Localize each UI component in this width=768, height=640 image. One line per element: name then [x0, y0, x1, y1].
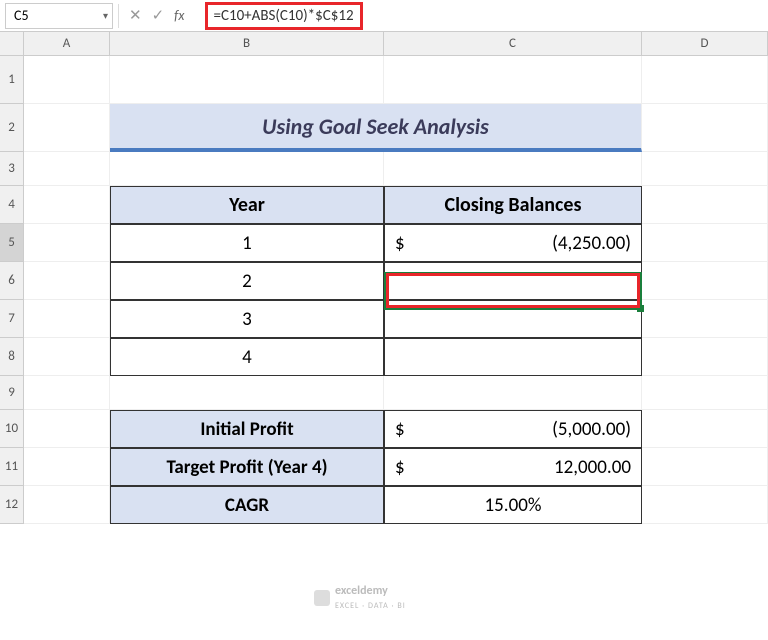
currency-symbol: $	[395, 456, 405, 479]
currency-symbol: $	[395, 232, 405, 255]
logo-icon	[314, 590, 330, 606]
watermark-sub: EXCEL · DATA · BI	[335, 601, 406, 611]
currency-value: 12,000.00	[554, 456, 631, 479]
cell-C12[interactable]: 15.00%	[384, 486, 642, 524]
fx-icon[interactable]: fx	[174, 7, 184, 24]
cell-C1[interactable]	[384, 56, 642, 104]
col-header-C[interactable]: C	[384, 32, 642, 56]
cell-D1[interactable]	[642, 56, 768, 104]
header-year[interactable]: Year	[110, 186, 384, 224]
cell-D9[interactable]	[642, 376, 768, 410]
currency-value: (5,000.00)	[552, 418, 631, 441]
cell-C9[interactable]	[384, 376, 642, 410]
col-header-B[interactable]: B	[110, 32, 384, 56]
currency-symbol: $	[395, 418, 405, 441]
col-header-D[interactable]: D	[642, 32, 768, 56]
label-cagr[interactable]: CAGR	[110, 486, 384, 524]
col-header-A[interactable]: A	[24, 32, 110, 56]
cell-C8[interactable]	[384, 338, 642, 376]
name-box[interactable]: C5 ▾	[5, 3, 113, 29]
cell-A10[interactable]	[24, 410, 110, 448]
cell-B6[interactable]: 2	[110, 262, 384, 300]
row-header-12[interactable]: 12	[0, 486, 24, 524]
title-cell[interactable]: Using Goal Seek Analysis	[110, 104, 642, 152]
cell-B5[interactable]: 1	[110, 224, 384, 262]
row-header-2[interactable]: 2	[0, 104, 24, 152]
name-box-value: C5	[14, 7, 29, 24]
cell-D12[interactable]	[642, 486, 768, 524]
cancel-icon[interactable]: ✕	[129, 6, 142, 25]
cell-C3[interactable]	[384, 152, 642, 186]
cell-C10[interactable]: $ (5,000.00)	[384, 410, 642, 448]
formula-bar-buttons: ✕ ✓ fx	[119, 6, 201, 25]
row-header-6[interactable]: 6	[0, 262, 24, 300]
cell-A11[interactable]	[24, 448, 110, 486]
cell-A5[interactable]	[24, 224, 110, 262]
cell-B9[interactable]	[110, 376, 384, 410]
cell-D6[interactable]	[642, 262, 768, 300]
row-header-3[interactable]: 3	[0, 152, 24, 186]
formula-bar: C5 ▾ ✕ ✓ fx =C10+ABS(C10)*$C$12	[0, 0, 768, 32]
cell-C5[interactable]: $ (4,250.00)	[384, 224, 642, 262]
enter-icon[interactable]: ✓	[152, 6, 165, 25]
row-header-5[interactable]: 5	[0, 224, 24, 262]
formula-input[interactable]: =C10+ABS(C10)*$C$12	[205, 2, 363, 30]
cell-A6[interactable]	[24, 262, 110, 300]
cell-C11[interactable]: $ 12,000.00	[384, 448, 642, 486]
cell-A8[interactable]	[24, 338, 110, 376]
cell-D7[interactable]	[642, 300, 768, 338]
row-header-10[interactable]: 10	[0, 410, 24, 448]
cell-A4[interactable]	[24, 186, 110, 224]
cell-D10[interactable]	[642, 410, 768, 448]
cell-C7[interactable]	[384, 300, 642, 338]
cell-D2[interactable]	[642, 104, 768, 152]
cell-D5[interactable]	[642, 224, 768, 262]
cell-B3[interactable]	[110, 152, 384, 186]
cell-A9[interactable]	[24, 376, 110, 410]
cell-A7[interactable]	[24, 300, 110, 338]
watermark: exceldemy EXCEL · DATA · BI	[314, 584, 406, 612]
cell-D8[interactable]	[642, 338, 768, 376]
watermark-brand: exceldemy	[335, 584, 388, 598]
row-header-11[interactable]: 11	[0, 448, 24, 486]
label-target-profit[interactable]: Target Profit (Year 4)	[110, 448, 384, 486]
header-closing[interactable]: Closing Balances	[384, 186, 642, 224]
cell-A3[interactable]	[24, 152, 110, 186]
cell-D11[interactable]	[642, 448, 768, 486]
row-header-1[interactable]: 1	[0, 56, 24, 104]
cell-A12[interactable]	[24, 486, 110, 524]
row-header-4[interactable]: 4	[0, 186, 24, 224]
spreadsheet-grid: A B C D 1 2 Using Goal Seek Analysis 3 4…	[0, 32, 768, 524]
cell-B1[interactable]	[110, 56, 384, 104]
select-all-corner[interactable]	[0, 32, 24, 56]
cell-D4[interactable]	[642, 186, 768, 224]
currency-value: (4,250.00)	[552, 232, 631, 255]
label-initial-profit[interactable]: Initial Profit	[110, 410, 384, 448]
cell-A1[interactable]	[24, 56, 110, 104]
cell-B8[interactable]: 4	[110, 338, 384, 376]
cell-A2[interactable]	[24, 104, 110, 152]
row-header-7[interactable]: 7	[0, 300, 24, 338]
cell-D3[interactable]	[642, 152, 768, 186]
chevron-down-icon[interactable]: ▾	[103, 9, 108, 22]
cell-B7[interactable]: 3	[110, 300, 384, 338]
row-header-8[interactable]: 8	[0, 338, 24, 376]
row-header-9[interactable]: 9	[0, 376, 24, 410]
cell-C6[interactable]	[384, 262, 642, 300]
